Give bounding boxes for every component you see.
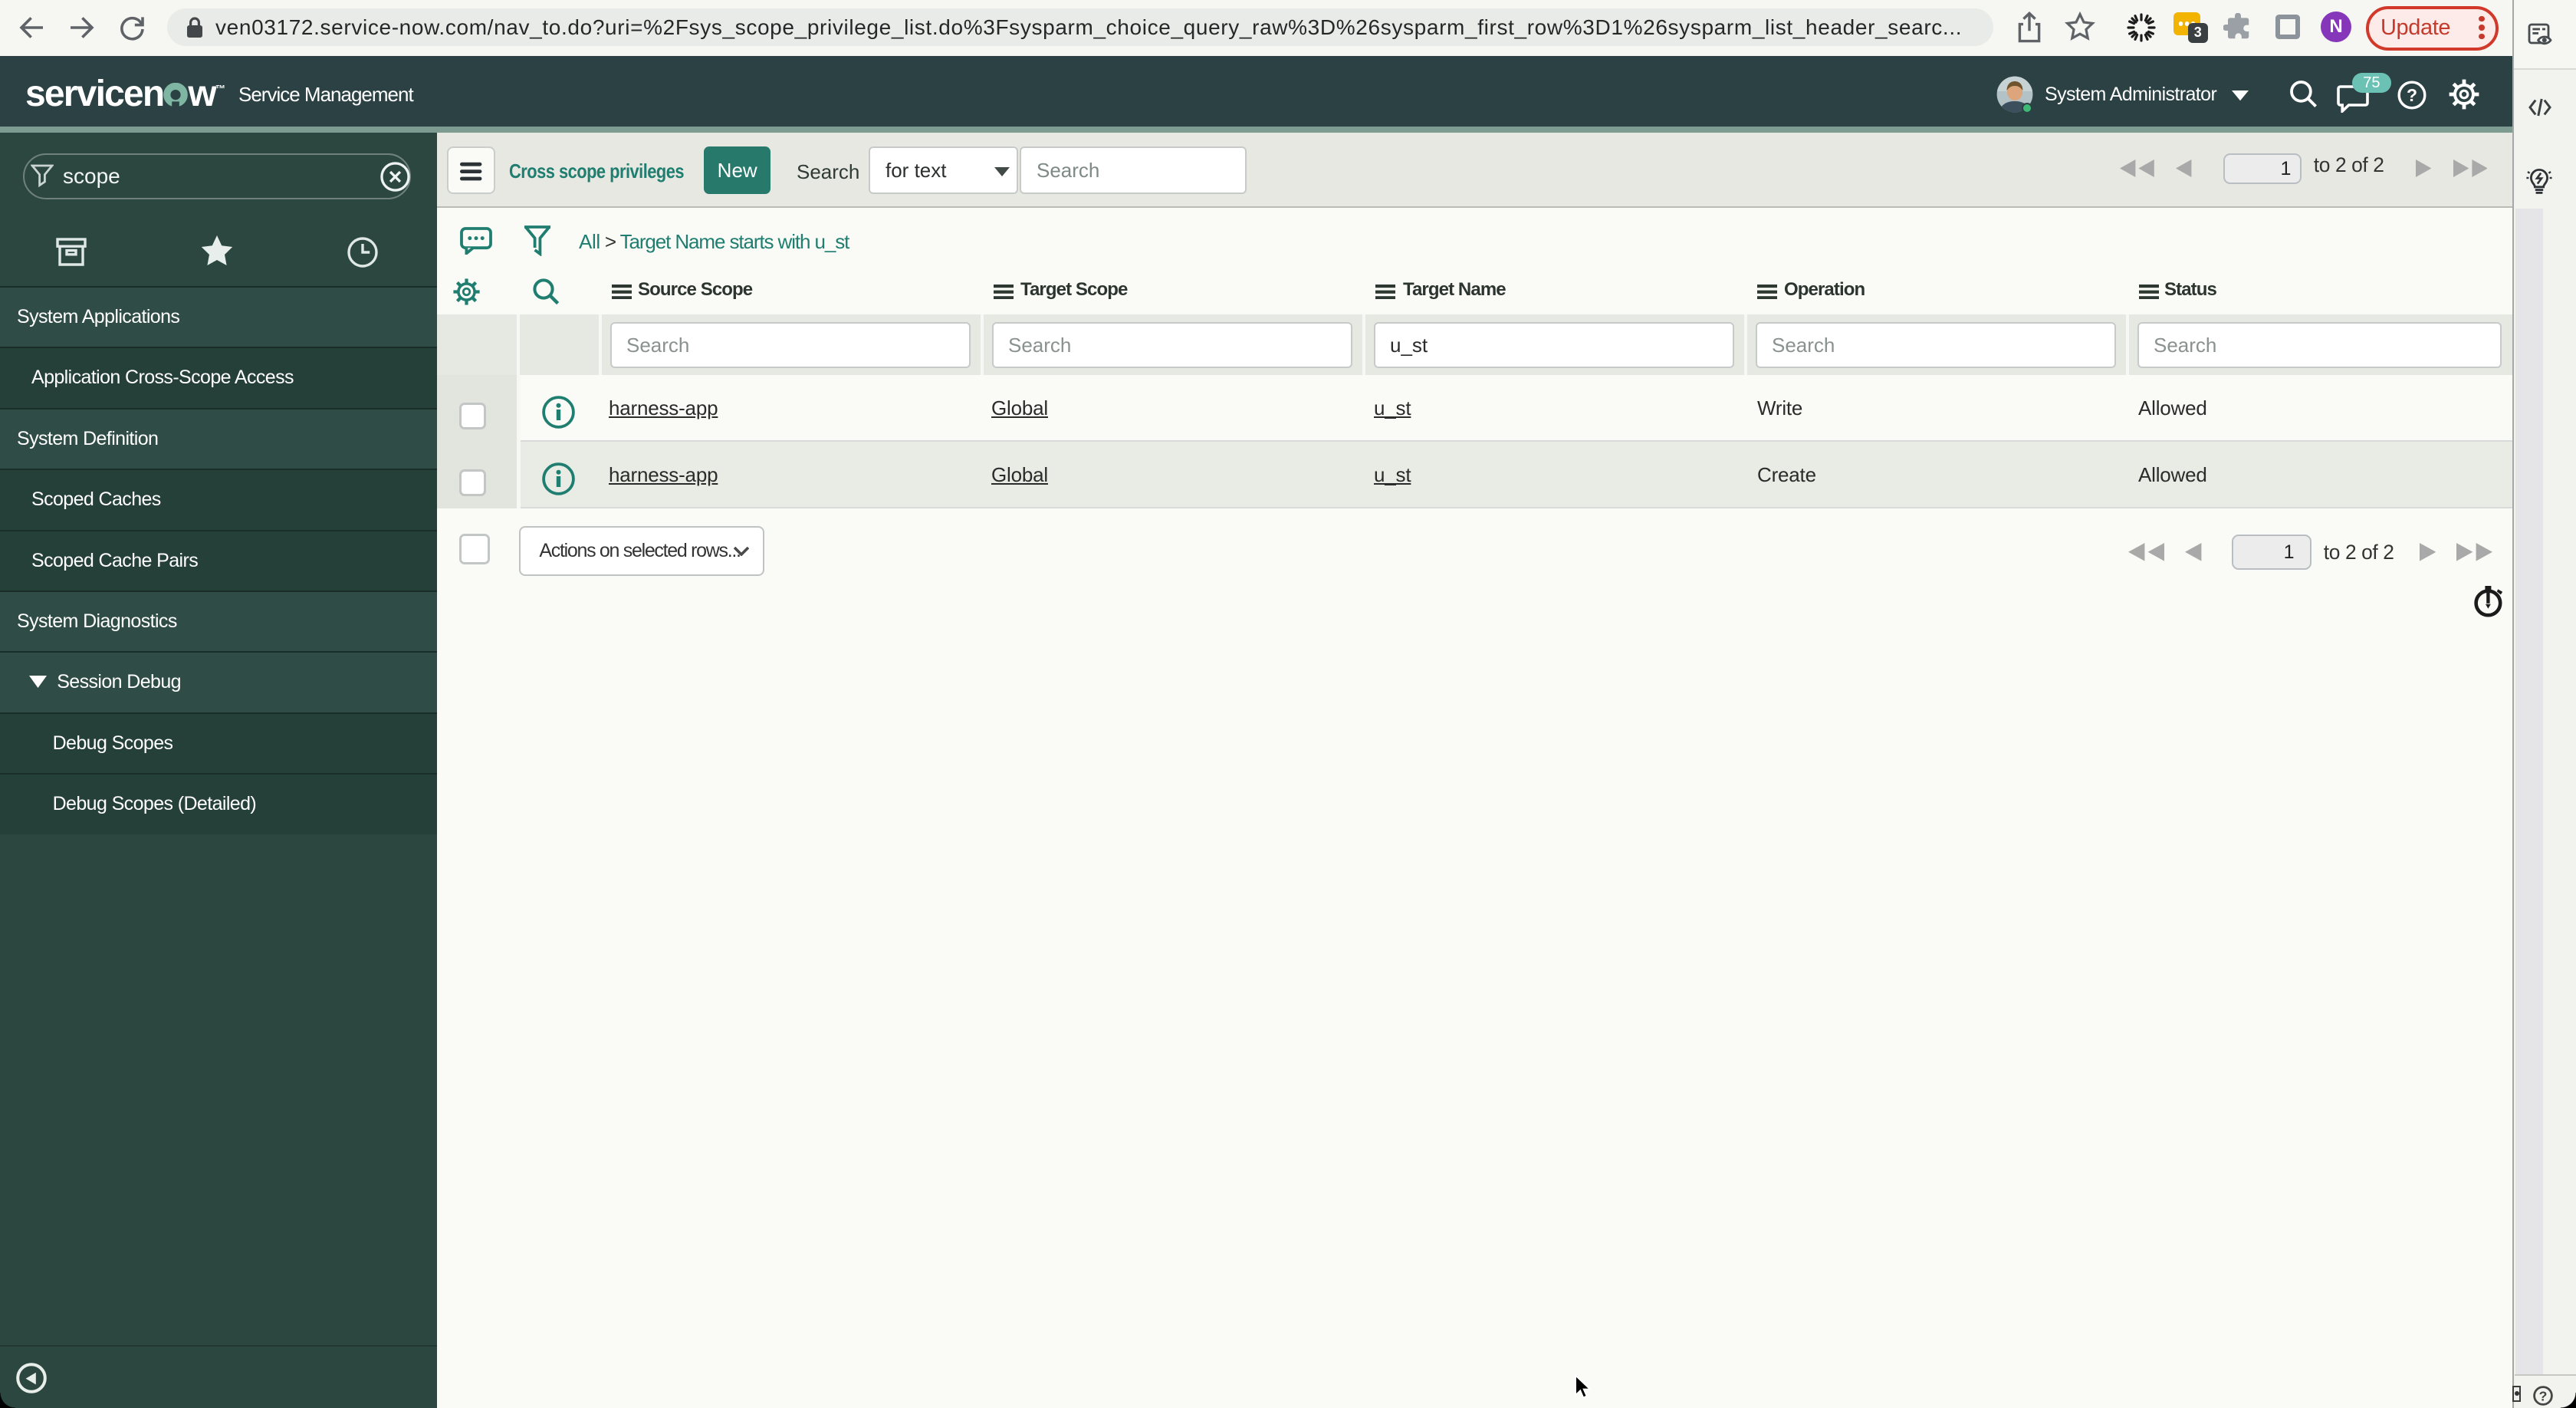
svg-text:?: ?: [2407, 85, 2417, 105]
svg-text:?: ?: [2539, 1389, 2548, 1404]
